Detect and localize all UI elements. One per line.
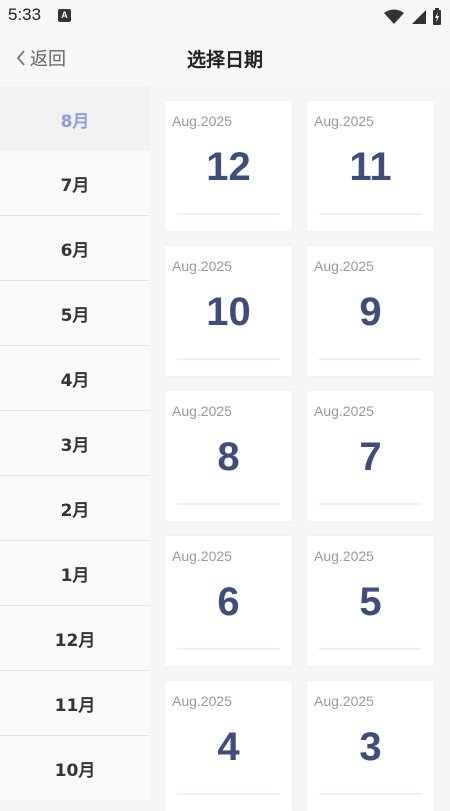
card-divider <box>319 793 422 795</box>
sidebar-item-month[interactable]: 2月 <box>0 476 150 541</box>
card-divider <box>177 358 280 360</box>
sidebar-item-month[interactable]: 3月 <box>0 411 150 476</box>
page-title: 选择日期 <box>186 49 263 71</box>
card-month-label: Aug.2025 <box>172 693 232 709</box>
signal-icon <box>411 9 426 24</box>
card-day-number: 5 <box>359 580 382 624</box>
day-card[interactable]: Aug.2025 7 <box>307 391 434 521</box>
month-sidebar: 8月 7月 6月 5月 4月 3月 2月 1月 12月 11月 10月 <box>0 87 150 800</box>
card-divider <box>177 503 280 505</box>
day-grid: Aug.2025 12 Aug.2025 11 Aug.2025 10 Aug.… <box>165 101 435 811</box>
status-icons <box>383 6 442 26</box>
card-day-number: 12 <box>206 145 251 189</box>
status-bar: 5:33 A <box>0 0 450 32</box>
day-card[interactable]: Aug.2025 12 <box>165 101 292 231</box>
card-day-number: 9 <box>359 290 382 334</box>
card-month-label: Aug.2025 <box>314 548 374 564</box>
card-day-number: 4 <box>217 725 240 769</box>
day-card[interactable]: Aug.2025 3 <box>307 681 434 811</box>
sidebar-item-month[interactable]: 11月 <box>0 671 150 736</box>
card-month-label: Aug.2025 <box>172 403 232 419</box>
sidebar-item-month[interactable]: 10月 <box>0 736 150 800</box>
card-divider <box>177 793 280 795</box>
sidebar-item-month[interactable]: 6月 <box>0 216 150 281</box>
sidebar-item-month[interactable]: 1月 <box>0 541 150 606</box>
card-month-label: Aug.2025 <box>172 548 232 564</box>
card-day-number: 3 <box>359 725 382 769</box>
card-month-label: Aug.2025 <box>314 113 374 129</box>
sidebar-item-month[interactable]: 5月 <box>0 281 150 346</box>
day-card[interactable]: Aug.2025 5 <box>307 536 434 666</box>
card-day-number: 11 <box>349 145 392 189</box>
day-card[interactable]: Aug.2025 9 <box>307 246 434 376</box>
sidebar-item-month[interactable]: 12月 <box>0 606 150 671</box>
status-time: 5:33 <box>8 5 42 24</box>
sidebar-item-month[interactable]: 4月 <box>0 346 150 411</box>
battery-charging-icon <box>433 7 441 25</box>
card-day-number: 6 <box>217 580 240 624</box>
card-month-label: Aug.2025 <box>314 403 374 419</box>
card-day-number: 7 <box>359 435 382 479</box>
card-month-label: Aug.2025 <box>172 113 232 129</box>
card-divider <box>319 503 422 505</box>
card-divider <box>319 213 422 215</box>
card-day-number: 10 <box>206 290 251 334</box>
day-card[interactable]: Aug.2025 4 <box>165 681 292 811</box>
card-divider <box>319 648 422 650</box>
card-month-label: Aug.2025 <box>314 258 374 274</box>
card-divider <box>177 648 280 650</box>
sidebar-item-month[interactable]: 8月 <box>0 87 150 151</box>
card-divider <box>177 213 280 215</box>
day-card[interactable]: Aug.2025 10 <box>165 246 292 376</box>
card-divider <box>319 358 422 360</box>
wifi-icon <box>383 9 404 24</box>
day-card[interactable]: Aug.2025 8 <box>165 391 292 521</box>
card-day-number: 8 <box>217 435 240 479</box>
day-card[interactable]: Aug.2025 6 <box>165 536 292 666</box>
day-card[interactable]: Aug.2025 11 <box>307 101 434 231</box>
card-month-label: Aug.2025 <box>172 258 232 274</box>
sidebar-item-month[interactable]: 7月 <box>0 151 150 216</box>
card-month-label: Aug.2025 <box>314 693 374 709</box>
top-navigation-bar: 返回 选择日期 <box>0 32 450 86</box>
notification-app-icon: A <box>58 9 71 22</box>
